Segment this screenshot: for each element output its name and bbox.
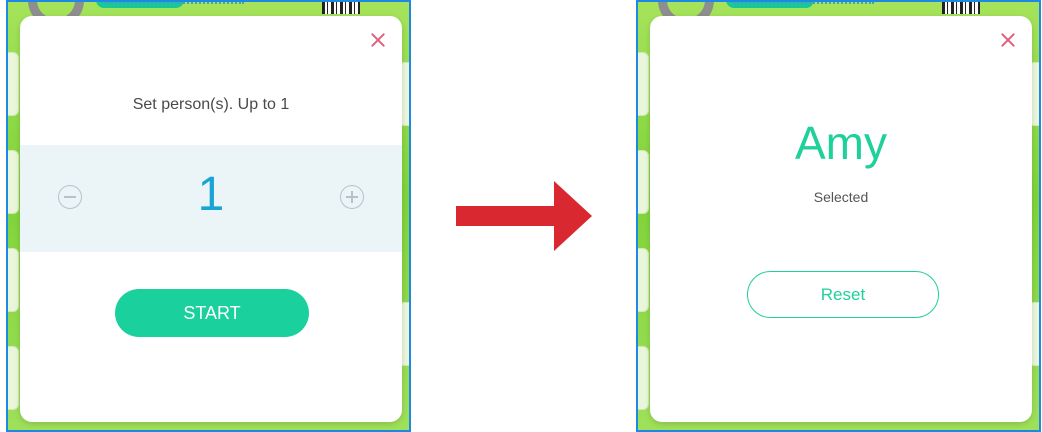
background-text	[104, 2, 244, 7]
right-arrow-icon	[456, 181, 592, 251]
start-button[interactable]: START	[115, 289, 309, 337]
side-tab	[638, 150, 649, 214]
qr-code	[322, 2, 360, 14]
dialog-title: Set person(s). Up to 1	[132, 96, 290, 113]
side-tab	[8, 248, 19, 312]
side-tab	[638, 52, 649, 116]
left-screenshot: Set person(s). Up to 1 1 START	[6, 0, 411, 432]
side-tab	[8, 150, 19, 214]
close-icon[interactable]	[370, 32, 386, 48]
background-text	[734, 2, 874, 7]
selection-result-dialog: Amy Selected Reset	[650, 16, 1032, 422]
side-tab	[8, 346, 19, 410]
right-screenshot: Amy Selected Reset	[636, 0, 1041, 432]
reset-button[interactable]: Reset	[747, 271, 939, 318]
plus-circle-icon[interactable]	[340, 185, 364, 209]
side-tab	[638, 248, 649, 312]
set-persons-dialog: Set person(s). Up to 1 1 START	[20, 16, 402, 422]
person-count-stepper: 1	[20, 145, 402, 252]
close-icon[interactable]	[1000, 32, 1016, 48]
side-tab	[8, 52, 19, 116]
qr-code	[942, 2, 980, 14]
selected-status-label: Selected	[813, 189, 869, 205]
side-tab	[638, 346, 649, 410]
background-app-peek	[8, 2, 409, 28]
selected-person-name: Amy	[795, 117, 887, 169]
background-app-peek	[638, 2, 1039, 28]
